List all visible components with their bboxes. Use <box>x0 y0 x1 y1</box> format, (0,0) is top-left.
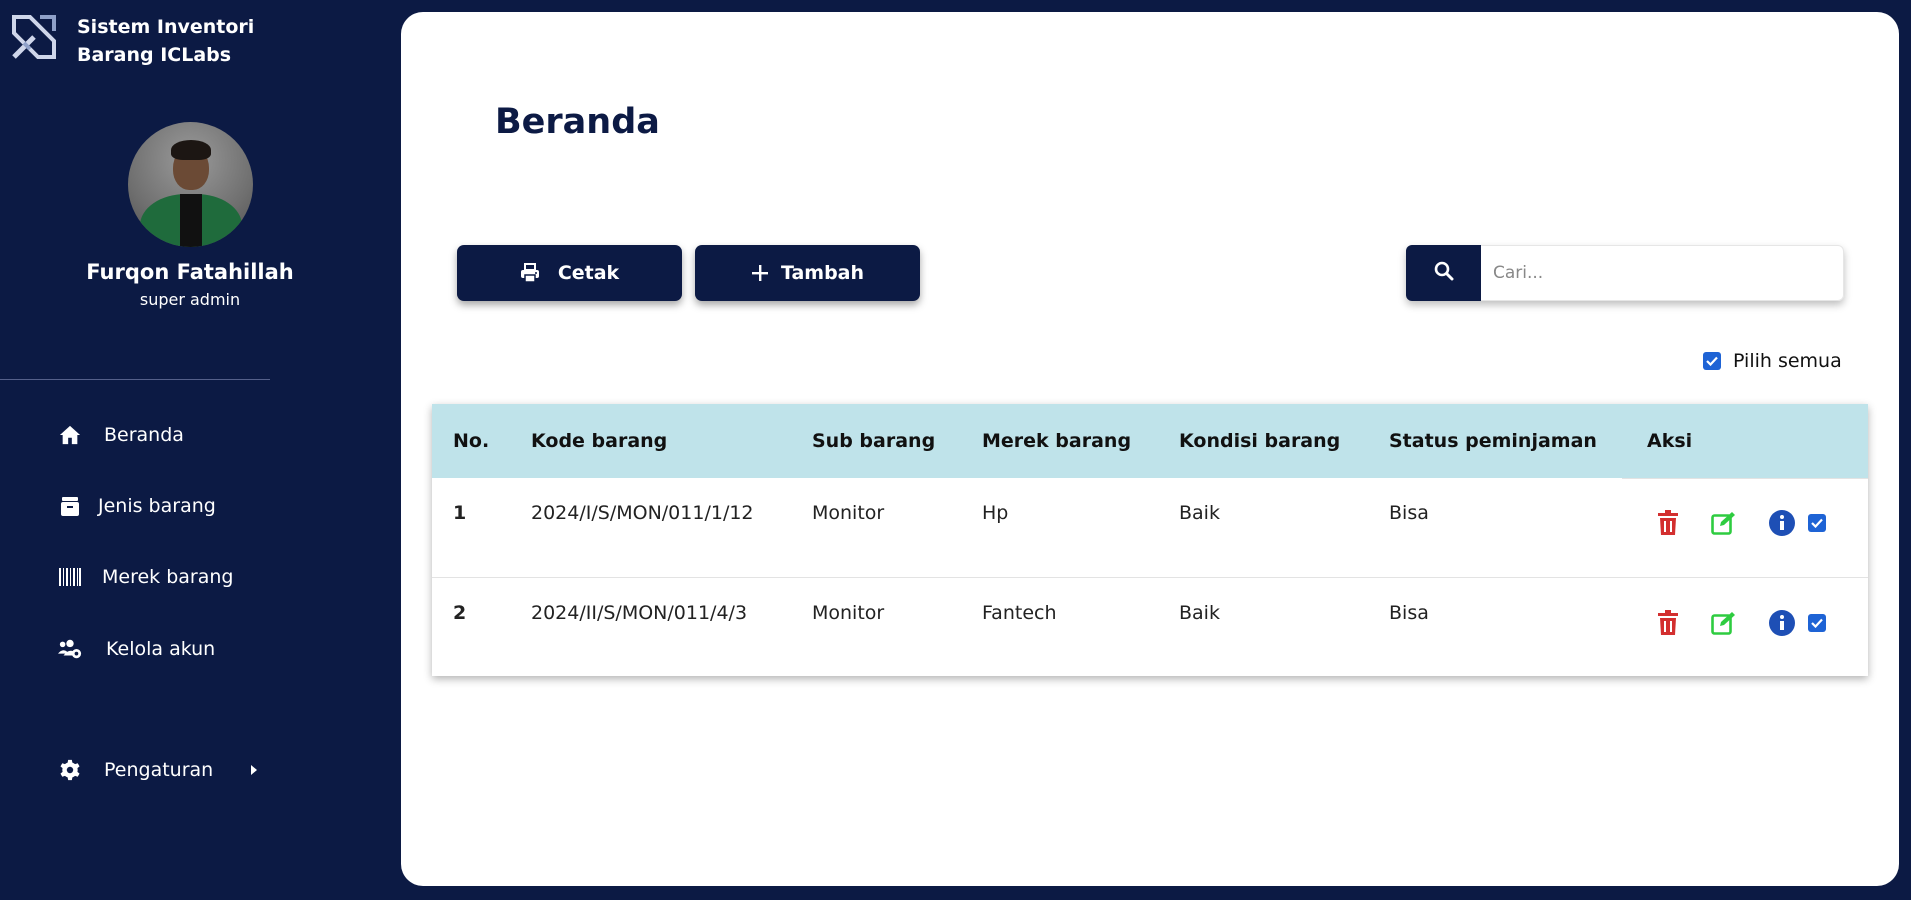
logo-icon <box>10 13 58 61</box>
trash-icon[interactable] <box>1657 510 1679 536</box>
column-header-merek: Merek barang <box>982 430 1132 452</box>
users-gear-icon <box>58 637 82 661</box>
row-actions <box>1657 510 1826 536</box>
info-icon[interactable] <box>1769 510 1795 536</box>
sidebar-divider <box>0 379 270 380</box>
cell-sub: Monitor <box>812 502 885 524</box>
sidebar-item-merek-barang[interactable]: Merek barang <box>58 565 233 589</box>
search-input[interactable] <box>1481 245 1844 301</box>
home-icon <box>58 423 82 447</box>
column-header-aksi: Aksi <box>1647 430 1693 452</box>
sidebar: Sistem Inventori Barang ICLabs Furqon Fa… <box>0 0 400 900</box>
cell-kode: 2024/II/S/MON/011/4/3 <box>531 602 748 624</box>
table-row: 1 2024/I/S/MON/011/1/12 Monitor Hp Baik … <box>432 478 1868 578</box>
select-all-label: Pilih semua <box>1733 350 1842 372</box>
search-button[interactable] <box>1406 245 1481 301</box>
cell-merek: Fantech <box>982 602 1057 624</box>
caret-right-icon <box>251 765 258 775</box>
profile-role: super admin <box>139 290 241 309</box>
table-header: No. Kode barang Sub barang Merek barang … <box>432 404 1868 478</box>
cell-no: 1 <box>453 502 467 524</box>
profile-name: Furqon Fatahillah <box>86 260 294 284</box>
table-row: 2 2024/II/S/MON/011/4/3 Monitor Fantech … <box>432 578 1868 678</box>
row-checkbox[interactable] <box>1808 514 1826 532</box>
cell-kondisi: Baik <box>1179 502 1220 524</box>
column-header-no: No. <box>453 430 490 452</box>
box-icon <box>58 494 82 518</box>
gear-icon <box>58 758 82 782</box>
app-title: Sistem Inventori Barang ICLabs <box>77 16 255 66</box>
sidebar-item-label: Merek barang <box>102 566 234 588</box>
main-panel: Beranda Cetak Tambah Pilih semu <box>401 12 1899 886</box>
add-button-label: Tambah <box>780 262 865 284</box>
cell-merek: Hp <box>982 502 1009 524</box>
column-header-kondisi: Kondisi barang <box>1179 430 1341 452</box>
select-all-checkbox[interactable] <box>1703 352 1721 370</box>
search-bar <box>1406 245 1844 301</box>
row-checkbox[interactable] <box>1808 614 1826 632</box>
printer-icon <box>520 263 540 283</box>
sidebar-item-jenis-barang[interactable]: Jenis barang <box>58 494 216 518</box>
cell-sub: Monitor <box>812 602 885 624</box>
add-button[interactable]: Tambah <box>695 245 920 301</box>
barcode-icon <box>58 565 82 589</box>
sidebar-item-kelola-akun[interactable]: Kelola akun <box>58 637 215 661</box>
cell-no: 2 <box>453 602 467 624</box>
sidebar-item-label: Pengaturan <box>104 759 214 781</box>
inventory-table: No. Kode barang Sub barang Merek barang … <box>432 404 1868 676</box>
print-button[interactable]: Cetak <box>457 245 682 301</box>
cell-status: Bisa <box>1389 602 1429 624</box>
sidebar-item-label: Kelola akun <box>106 638 216 660</box>
column-header-kode: Kode barang <box>531 430 668 452</box>
select-all[interactable]: Pilih semua <box>1703 350 1842 372</box>
sidebar-item-label: Jenis barang <box>98 495 216 517</box>
print-button-label: Cetak <box>557 262 620 284</box>
row-actions <box>1657 610 1826 636</box>
cell-status: Bisa <box>1389 502 1429 524</box>
avatar <box>128 122 253 247</box>
sidebar-item-label: Beranda <box>104 424 184 446</box>
trash-icon[interactable] <box>1657 610 1679 636</box>
page-title: Beranda <box>495 102 660 142</box>
cell-kode: 2024/I/S/MON/011/1/12 <box>531 502 754 524</box>
column-header-sub: Sub barang <box>812 430 936 452</box>
sidebar-item-beranda[interactable]: Beranda <box>58 423 184 447</box>
sidebar-item-pengaturan[interactable]: Pengaturan <box>58 758 258 782</box>
column-header-status: Status peminjaman <box>1389 430 1597 452</box>
search-icon <box>1434 261 1454 285</box>
brand[interactable]: Sistem Inventori Barang ICLabs <box>10 13 267 69</box>
plus-icon <box>751 264 769 282</box>
cell-kondisi: Baik <box>1179 602 1220 624</box>
edit-icon[interactable] <box>1711 511 1737 535</box>
info-icon[interactable] <box>1769 610 1795 636</box>
edit-icon[interactable] <box>1711 611 1737 635</box>
